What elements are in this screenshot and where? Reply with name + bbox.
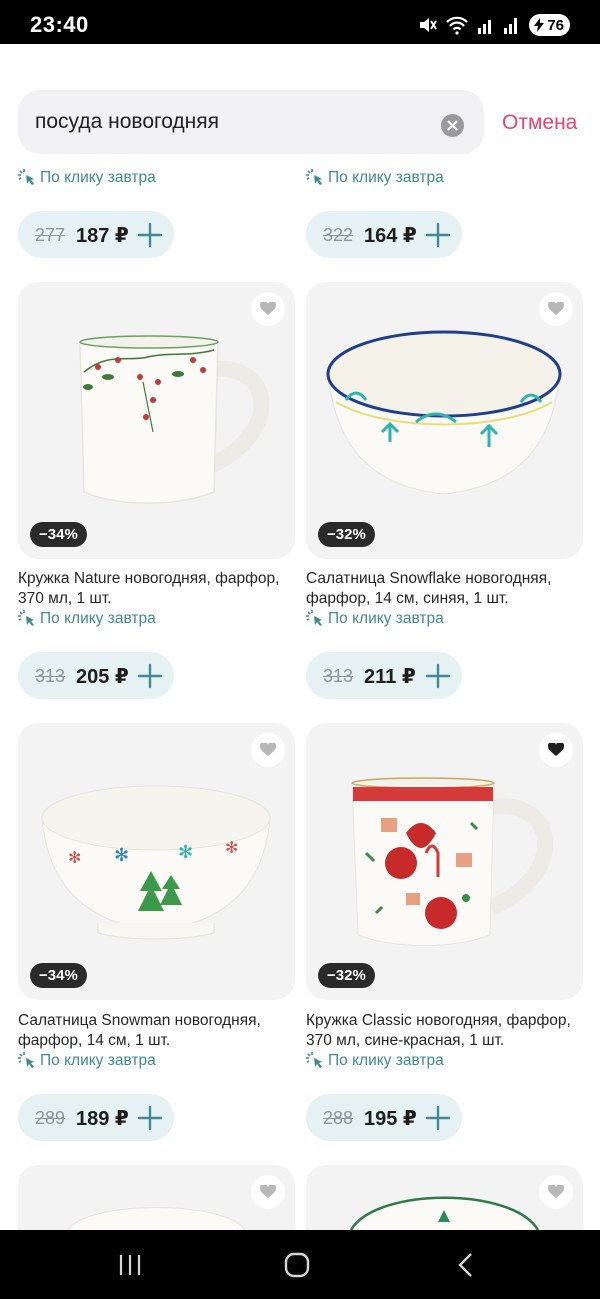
discount-badge: −34% — [30, 963, 87, 988]
plus-icon[interactable] — [136, 1104, 164, 1132]
product-card[interactable]: ✻ ✻ ✻ ✻ −34% — [18, 723, 295, 1000]
old-price: 313 — [35, 666, 66, 686]
price-pill[interactable]: 288 195 ₽ — [306, 1094, 462, 1141]
delivery-text: По клику завтра — [328, 1052, 444, 1069]
delivery-label: По клику завтра — [306, 168, 444, 188]
cancel-button[interactable]: Отмена — [502, 111, 577, 135]
sparkle-click-icon — [306, 1052, 322, 1068]
product-title[interactable]: Кружка Nature новогодняя, фарфор, 370 мл… — [18, 569, 300, 609]
product-card[interactable]: −34% — [18, 282, 295, 559]
status-time: 23:40 — [30, 12, 89, 37]
home-icon[interactable] — [284, 1252, 310, 1278]
sparkle-click-icon — [306, 610, 322, 626]
back-icon[interactable] — [456, 1252, 474, 1278]
discount-badge: −34% — [30, 522, 87, 547]
delivery-text: По клику завтра — [328, 169, 444, 186]
sparkle-click-icon — [306, 169, 322, 185]
sparkle-click-icon — [18, 1052, 34, 1068]
close-icon — [447, 120, 458, 131]
sparkle-click-icon — [18, 610, 34, 626]
heart-icon — [548, 302, 564, 315]
discount-badge: −32% — [318, 522, 375, 547]
price: 195 ₽ — [364, 1108, 417, 1130]
heart-filled-icon — [548, 743, 564, 756]
svg-text:✻: ✻ — [178, 842, 193, 863]
heart-icon — [548, 1185, 564, 1198]
price-pill[interactable]: 277 187 ₽ — [18, 211, 174, 258]
status-bar: 23:40 76 — [0, 0, 600, 44]
discount-badge: −32% — [318, 963, 375, 988]
mute-icon — [420, 18, 438, 32]
plus-icon[interactable] — [136, 662, 164, 690]
sparkle-click-icon — [18, 169, 34, 185]
plus-icon[interactable] — [136, 221, 164, 249]
clear-search-button[interactable] — [441, 114, 464, 137]
delivery-text: По клику завтра — [40, 169, 156, 186]
product-title[interactable]: Салатница Snowman новогодняя, фарфор, 14… — [18, 1011, 300, 1051]
price: 164 ₽ — [364, 225, 417, 247]
old-price: 289 — [35, 1108, 66, 1128]
battery-charging-icon — [534, 18, 545, 32]
status-icons: 76 — [417, 14, 570, 36]
delivery-label: По клику завтра — [18, 609, 156, 629]
old-price: 277 — [35, 225, 66, 245]
product-card[interactable]: −32% — [306, 723, 583, 1000]
heart-icon — [260, 743, 276, 756]
system-navigation-bar — [0, 1230, 600, 1299]
price: 187 ₽ — [76, 225, 129, 247]
signal-2-icon — [504, 18, 518, 34]
battery-level: 76 — [547, 16, 564, 34]
svg-text:✻: ✻ — [225, 838, 238, 857]
price-pill[interactable]: 313 205 ₽ — [18, 652, 174, 699]
favorite-button[interactable] — [251, 1175, 285, 1209]
wifi-icon — [446, 16, 469, 35]
favorite-button[interactable] — [251, 733, 285, 767]
favorite-button[interactable] — [539, 1175, 573, 1209]
product-title[interactable]: Салатница Snowflake новогодняя, фарфор, … — [306, 569, 588, 609]
battery-indicator: 76 — [529, 14, 570, 36]
delivery-label: По клику завтра — [18, 168, 156, 188]
svg-text:✻: ✻ — [114, 845, 129, 866]
plus-icon[interactable] — [424, 1104, 452, 1132]
price: 205 ₽ — [76, 666, 129, 688]
price: 189 ₽ — [76, 1108, 129, 1130]
delivery-label: По клику завтра — [18, 1051, 156, 1071]
product-image — [351, 777, 553, 946]
old-price: 288 — [323, 1108, 354, 1128]
price: 211 ₽ — [364, 666, 416, 688]
favorite-button[interactable] — [539, 733, 573, 767]
delivery-label: По клику завтра — [306, 609, 444, 629]
product-card[interactable]: −32% — [306, 282, 583, 559]
delivery-text: По клику завтра — [328, 610, 444, 627]
svg-text:✻: ✻ — [68, 848, 81, 867]
search-query: посуда новогодняя — [35, 110, 220, 133]
heart-icon — [260, 1185, 276, 1198]
product-card[interactable] — [306, 1165, 583, 1230]
delivery-text: По клику завтра — [40, 1052, 156, 1069]
price-pill[interactable]: 322 164 ₽ — [306, 211, 462, 258]
delivery-label: По клику завтра — [306, 1051, 444, 1071]
product-card[interactable] — [18, 1165, 295, 1230]
favorite-button[interactable] — [251, 292, 285, 326]
recent-apps-icon[interactable] — [118, 1254, 142, 1276]
old-price: 313 — [323, 666, 354, 686]
delivery-text: По клику завтра — [40, 610, 156, 627]
product-image: ✻ ✻ ✻ ✻ — [41, 785, 271, 940]
old-price: 322 — [323, 225, 354, 245]
product-image — [79, 335, 270, 504]
price-pill[interactable]: 313 211 ₽ — [306, 652, 462, 699]
favorite-button[interactable] — [539, 292, 573, 326]
signal-icon — [478, 20, 492, 34]
heart-icon — [260, 302, 276, 315]
product-image — [326, 330, 562, 495]
plus-icon[interactable] — [424, 662, 452, 690]
price-pill[interactable]: 289 189 ₽ — [18, 1094, 174, 1141]
product-title[interactable]: Кружка Classic новогодняя, фарфор, 370 м… — [306, 1011, 588, 1051]
search-input[interactable]: посуда новогодняя — [18, 90, 484, 154]
plus-icon[interactable] — [424, 221, 452, 249]
